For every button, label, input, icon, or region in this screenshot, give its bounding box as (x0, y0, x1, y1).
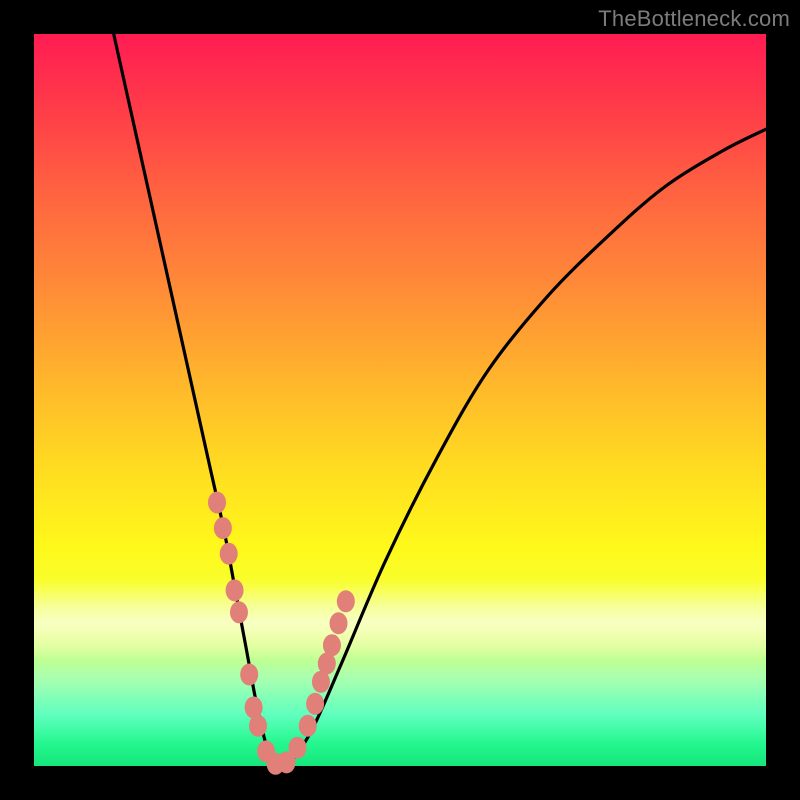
data-dot (306, 693, 324, 715)
data-dot (230, 601, 248, 623)
plot-area (34, 34, 766, 766)
data-dot (330, 612, 348, 634)
data-dot (214, 517, 232, 539)
data-dot (220, 543, 238, 565)
data-dot (226, 579, 244, 601)
data-dots-group (208, 491, 355, 774)
data-dot (289, 737, 307, 759)
data-dot (240, 664, 258, 686)
chart-frame: TheBottleneck.com (0, 0, 800, 800)
data-dot (337, 590, 355, 612)
curve-layer (34, 34, 766, 766)
watermark-text: TheBottleneck.com (598, 6, 790, 32)
data-dot (208, 491, 226, 513)
bottleneck-curve (107, 5, 766, 768)
data-dot (323, 634, 341, 656)
data-dot (249, 715, 267, 737)
data-dot (299, 715, 317, 737)
